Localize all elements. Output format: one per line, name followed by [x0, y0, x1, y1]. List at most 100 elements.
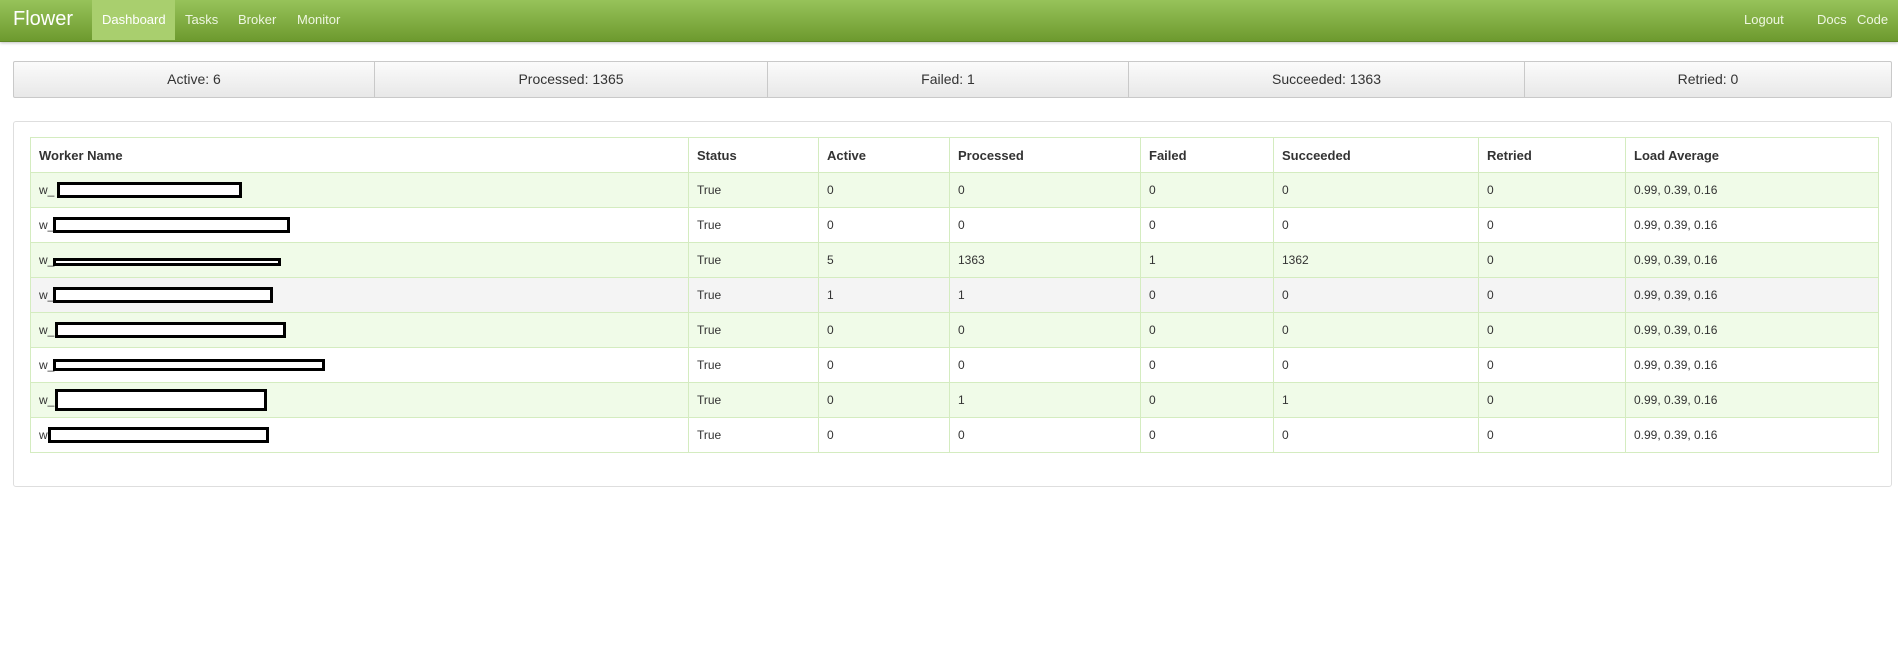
worker-name-cell[interactable]: w_ — [30, 277, 689, 313]
nav-broker[interactable]: Broker — [228, 0, 288, 40]
worker-name-cell[interactable]: w_ — [30, 207, 689, 243]
failed-cell: 0 — [1140, 207, 1274, 243]
worker-name-link[interactable]: w_ — [39, 323, 54, 337]
stat-active[interactable]: Active: 6 — [14, 62, 375, 97]
worker-name-link[interactable]: w_ — [39, 183, 54, 197]
worker-name-cell[interactable]: w_ — [30, 242, 689, 278]
table-row: w_ True 1 1 0 0 0 0.99, 0.39, 0.16 — [30, 277, 1879, 313]
status-cell: True — [688, 382, 819, 418]
retried-cell: 0 — [1478, 242, 1626, 278]
workers-table: Worker Name Status Active Processed Fail… — [30, 137, 1879, 453]
active-cell: 0 — [818, 207, 950, 243]
active-cell: 1 — [818, 277, 950, 313]
worker-name-cell[interactable]: w — [30, 417, 689, 453]
failed-cell: 1 — [1140, 242, 1274, 278]
header-load-average[interactable]: Load Average — [1625, 137, 1879, 173]
header-status[interactable]: Status — [688, 137, 819, 173]
worker-name-cell[interactable]: w_ — [30, 312, 689, 348]
worker-name-cell[interactable]: w_ — [30, 347, 689, 383]
brand-logo[interactable]: Flower — [13, 0, 73, 40]
succeeded-cell: 0 — [1273, 277, 1479, 313]
summary-stats-bar: Active: 6 Processed: 1365 Failed: 1 Succ… — [13, 61, 1892, 98]
stat-failed[interactable]: Failed: 1 — [768, 62, 1129, 97]
stat-succeeded[interactable]: Succeeded: 1363 — [1129, 62, 1525, 97]
processed-cell: 0 — [949, 207, 1141, 243]
retried-cell: 0 — [1478, 207, 1626, 243]
nav-tasks[interactable]: Tasks — [175, 0, 227, 40]
table-row: w_ True 0 0 0 0 0 0.99, 0.39, 0.16 — [30, 172, 1879, 208]
processed-cell: 1 — [949, 382, 1141, 418]
retried-cell: 0 — [1478, 382, 1626, 418]
retried-cell: 0 — [1478, 347, 1626, 383]
table-header-row: Worker Name Status Active Processed Fail… — [30, 137, 1879, 173]
succeeded-cell: 0 — [1273, 417, 1479, 453]
worker-name-cell[interactable]: w_ — [30, 382, 689, 418]
header-active[interactable]: Active — [818, 137, 950, 173]
load-average-cell: 0.99, 0.39, 0.16 — [1625, 172, 1879, 208]
status-cell: True — [688, 172, 819, 208]
succeeded-cell: 0 — [1273, 207, 1479, 243]
header-processed[interactable]: Processed — [949, 137, 1141, 173]
retried-cell: 0 — [1478, 312, 1626, 348]
active-cell: 5 — [818, 242, 950, 278]
worker-name-link[interactable]: w — [39, 428, 48, 442]
load-average-cell: 0.99, 0.39, 0.16 — [1625, 417, 1879, 453]
succeeded-cell: 0 — [1273, 172, 1479, 208]
retried-cell: 0 — [1478, 277, 1626, 313]
redaction-box — [48, 427, 269, 443]
load-average-cell: 0.99, 0.39, 0.16 — [1625, 242, 1879, 278]
top-navbar: Flower Dashboard Tasks Broker Monitor Lo… — [0, 0, 1898, 42]
status-cell: True — [688, 312, 819, 348]
failed-cell: 0 — [1140, 347, 1274, 383]
succeeded-cell: 1362 — [1273, 242, 1479, 278]
nav-monitor[interactable]: Monitor — [287, 0, 352, 40]
failed-cell: 0 — [1140, 172, 1274, 208]
table-row: w_ True 0 1 0 1 0 0.99, 0.39, 0.16 — [30, 382, 1879, 418]
succeeded-cell: 0 — [1273, 312, 1479, 348]
load-average-cell: 0.99, 0.39, 0.16 — [1625, 207, 1879, 243]
worker-name-cell[interactable]: w_ — [30, 172, 689, 208]
table-row: w True 0 0 0 0 0 0.99, 0.39, 0.16 — [30, 417, 1879, 453]
worker-name-link[interactable]: w_ — [39, 393, 54, 407]
status-cell: True — [688, 242, 819, 278]
header-failed[interactable]: Failed — [1140, 137, 1274, 173]
failed-cell: 0 — [1140, 277, 1274, 313]
retried-cell: 0 — [1478, 417, 1626, 453]
table-row: w_ True 0 0 0 0 0 0.99, 0.39, 0.16 — [30, 347, 1879, 383]
succeeded-cell: 0 — [1273, 347, 1479, 383]
active-cell: 0 — [818, 417, 950, 453]
processed-cell: 0 — [949, 312, 1141, 348]
status-cell: True — [688, 347, 819, 383]
nav-code[interactable]: Code — [1847, 0, 1898, 40]
redaction-box — [57, 182, 242, 198]
load-average-cell: 0.99, 0.39, 0.16 — [1625, 347, 1879, 383]
stat-processed[interactable]: Processed: 1365 — [375, 62, 768, 97]
load-average-cell: 0.99, 0.39, 0.16 — [1625, 277, 1879, 313]
table-row: w_ True 0 0 0 0 0 0.99, 0.39, 0.16 — [30, 312, 1879, 348]
redaction-box — [55, 322, 286, 338]
active-cell: 0 — [818, 312, 950, 348]
load-average-cell: 0.99, 0.39, 0.16 — [1625, 312, 1879, 348]
processed-cell: 1363 — [949, 242, 1141, 278]
processed-cell: 0 — [949, 172, 1141, 208]
retried-cell: 0 — [1478, 172, 1626, 208]
header-succeeded[interactable]: Succeeded — [1273, 137, 1479, 173]
succeeded-cell: 1 — [1273, 382, 1479, 418]
active-cell: 0 — [818, 382, 950, 418]
redaction-box — [55, 389, 267, 411]
header-retried[interactable]: Retried — [1478, 137, 1626, 173]
header-worker-name[interactable]: Worker Name — [30, 137, 689, 173]
nav-logout[interactable]: Logout — [1734, 0, 1793, 40]
redaction-box — [53, 258, 281, 266]
failed-cell: 0 — [1140, 382, 1274, 418]
status-cell: True — [688, 207, 819, 243]
stat-retried[interactable]: Retried: 0 — [1525, 62, 1891, 97]
processed-cell: 0 — [949, 347, 1141, 383]
nav-dashboard[interactable]: Dashboard — [92, 0, 175, 40]
processed-cell: 1 — [949, 277, 1141, 313]
redaction-box — [53, 359, 325, 371]
processed-cell: 0 — [949, 417, 1141, 453]
table-row: w_ True 0 0 0 0 0 0.99, 0.39, 0.16 — [30, 207, 1879, 243]
failed-cell: 0 — [1140, 417, 1274, 453]
status-cell: True — [688, 417, 819, 453]
